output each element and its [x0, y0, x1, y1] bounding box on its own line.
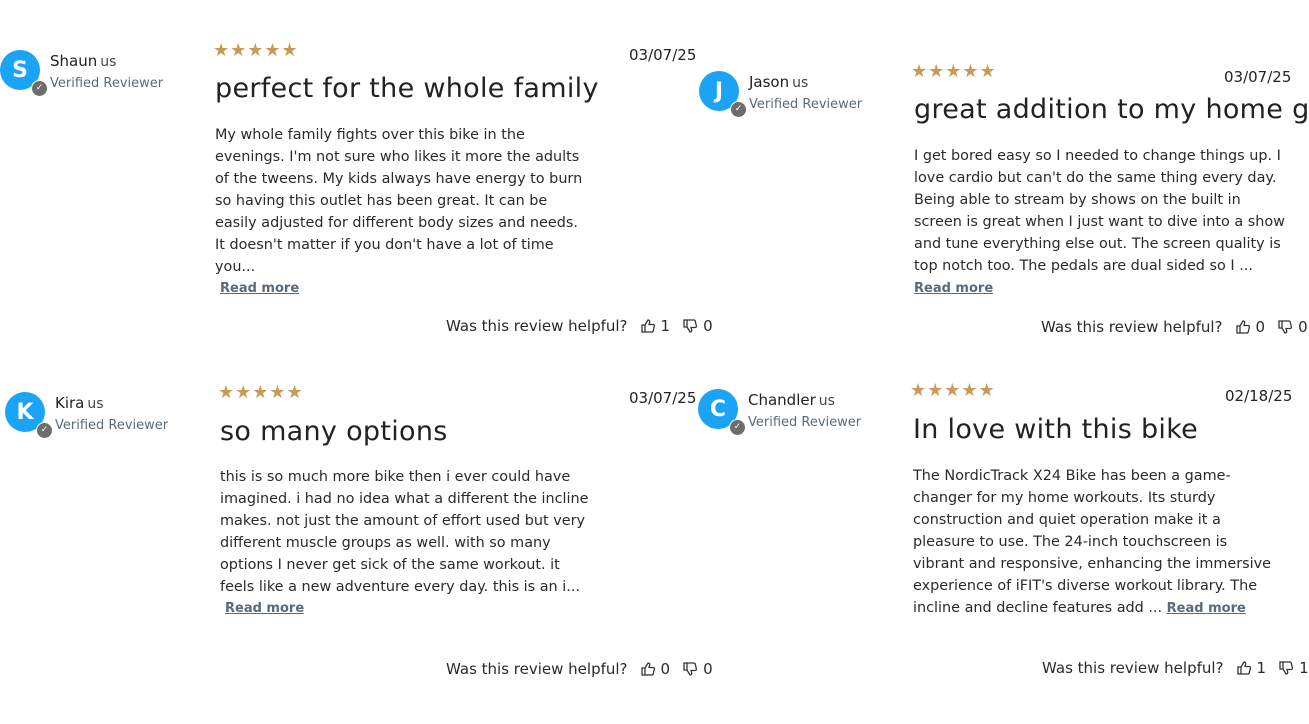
reviewer-location: us [818, 393, 835, 409]
verified-check-icon: ✓ [36, 422, 53, 439]
reviewer-location: us [87, 396, 104, 412]
read-more-link[interactable]: Read more [225, 598, 592, 620]
helpful-label: Was this review helpful? [1042, 659, 1224, 677]
reviewer-name-text: Shaun [50, 52, 98, 70]
review-body: this is so much more bike then i ever co… [220, 466, 592, 620]
review-date: 03/07/25 [629, 389, 697, 407]
thumbs-up-button[interactable]: 0 [1235, 318, 1266, 336]
review-body: The NordicTrack X24 Bike has been a game… [913, 465, 1273, 620]
review-body-text: this is so much more bike then i ever co… [220, 469, 589, 595]
reviewer-name: Jason us [749, 73, 808, 91]
reviewer-name-text: Kira [55, 394, 85, 412]
thumbs-down-icon [683, 319, 698, 333]
thumbs-up-button[interactable]: 1 [1236, 659, 1267, 677]
reviewer-name: Chandler us [748, 391, 835, 409]
read-more-link[interactable]: Read more [220, 278, 585, 300]
thumbs-up-icon [1235, 320, 1250, 334]
reviewer-name: Kira us [55, 394, 104, 412]
verified-label: Verified Reviewer [748, 415, 862, 430]
helpful-label: Was this review helpful? [446, 317, 628, 335]
helpful-label: Was this review helpful? [446, 660, 628, 678]
reviewer-name: Shaun us [50, 52, 116, 70]
reviewer-location: us [792, 75, 809, 91]
review-date: 03/07/25 [1224, 68, 1292, 86]
review-date: 03/07/25 [629, 46, 697, 64]
review-body: I get bored easy so I needed to change t… [914, 145, 1289, 300]
star-rating: ★★★★★ [213, 40, 299, 61]
thumbs-down-count: 0 [1298, 318, 1308, 336]
review-card: K ✓ Kira us Verified Reviewer ★★★★★ 03/07… [0, 342, 713, 682]
review-title: so many options [220, 416, 448, 447]
review-body-text: My whole family fights over this bike in… [215, 127, 583, 275]
thumbs-down-icon [683, 662, 698, 676]
helpful-row: Was this review helpful? 0 0 [446, 660, 713, 678]
star-rating: ★★★★★ [910, 380, 996, 401]
thumbs-down-button[interactable]: 1 [1278, 659, 1309, 677]
thumbs-up-count: 1 [660, 317, 671, 335]
verified-check-icon: ✓ [31, 80, 48, 97]
thumbs-down-icon [1279, 661, 1294, 675]
review-title: In love with this bike [913, 414, 1199, 445]
helpful-row: Was this review helpful? 1 0 [446, 317, 713, 335]
star-rating: ★★★★★ [911, 61, 997, 82]
review-title: perfect for the whole family [215, 73, 599, 104]
thumbs-up-button[interactable]: 0 [640, 660, 671, 678]
thumbs-up-icon [1236, 661, 1251, 675]
verified-check-icon: ✓ [729, 419, 746, 436]
thumbs-up-icon [640, 319, 655, 333]
review-body-text: The NordicTrack X24 Bike has been a game… [913, 468, 1272, 616]
thumbs-up-count: 0 [660, 660, 671, 678]
reviewer-location: us [100, 54, 117, 70]
reviewer-name-text: Chandler [748, 391, 816, 409]
review-card: S ✓ Shaun us Verified Reviewer ★★★★★ 03/0… [0, 0, 713, 340]
thumbs-down-icon [1278, 320, 1293, 334]
review-body: My whole family fights over this bike in… [215, 124, 585, 300]
thumbs-up-count: 0 [1255, 318, 1266, 336]
thumbs-up-count: 1 [1256, 659, 1267, 677]
review-body-text: I get bored easy so I needed to change t… [914, 148, 1285, 274]
review-card: J ✓ Jason us Verified Reviewer ★★★★★ 03/0… [699, 0, 1309, 340]
reviewer-name-text: Jason [749, 73, 790, 91]
review-card: C ✓ Chandler us Verified Reviewer ★★★★★ 0… [698, 342, 1309, 682]
verified-label: Verified Reviewer [50, 76, 164, 91]
helpful-row: Was this review helpful? 0 0 [1041, 318, 1308, 336]
thumbs-down-button[interactable]: 0 [1277, 318, 1308, 336]
verified-label: Verified Reviewer [55, 418, 169, 433]
review-date: 02/18/25 [1225, 387, 1293, 405]
thumbs-up-button[interactable]: 1 [640, 317, 671, 335]
read-more-link[interactable]: Read more [1167, 601, 1246, 616]
verified-check-icon: ✓ [730, 101, 747, 118]
verified-label: Verified Reviewer [749, 97, 863, 112]
thumbs-down-count: 1 [1299, 659, 1309, 677]
helpful-row: Was this review helpful? 1 1 [1042, 659, 1309, 677]
helpful-label: Was this review helpful? [1041, 318, 1223, 336]
review-title: great addition to my home gym [914, 94, 1309, 125]
read-more-link[interactable]: Read more [914, 281, 993, 296]
thumbs-up-icon [640, 662, 655, 676]
star-rating: ★★★★★ [218, 382, 304, 403]
